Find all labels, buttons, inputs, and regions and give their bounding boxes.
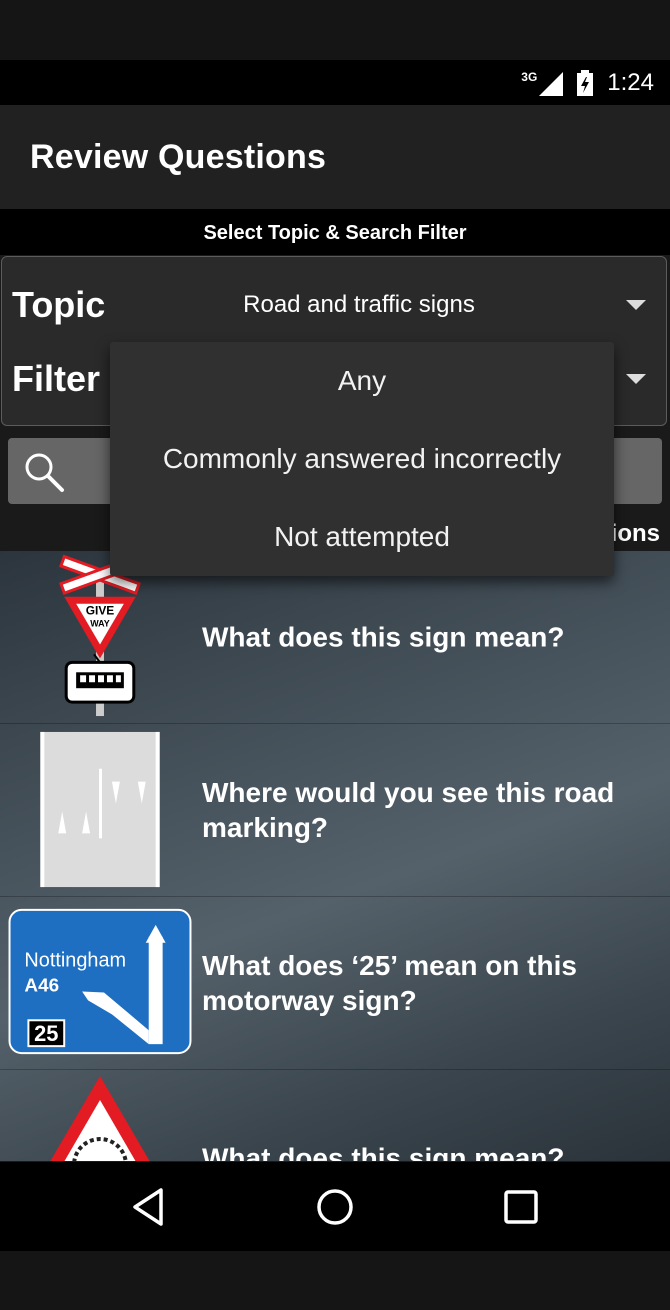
motorway-sign-icon: Nottingham A46 25 bbox=[8, 908, 192, 1055]
topic-label: Topic bbox=[12, 284, 106, 325]
filter-option-commonly-incorrect[interactable]: Commonly answered incorrectly bbox=[110, 420, 614, 498]
road-marking-icon bbox=[40, 731, 160, 888]
sign-junction-number: 25 bbox=[34, 1021, 58, 1046]
recents-icon[interactable] bbox=[496, 1182, 546, 1232]
topic-selector[interactable]: Topic Road and traffic signs bbox=[2, 270, 666, 340]
filter-label: Filter bbox=[12, 358, 101, 399]
network-indicator: 3G bbox=[521, 69, 564, 96]
filter-option-any[interactable]: Any bbox=[110, 342, 614, 420]
app-bar: Review Questions bbox=[0, 105, 670, 209]
warning-triangle-sign-icon bbox=[50, 1076, 150, 1161]
question-list[interactable]: GIVE WAY What does this sign mean? Where… bbox=[0, 551, 670, 1161]
battery-charging-icon bbox=[577, 69, 594, 96]
topic-value[interactable]: Road and traffic signs bbox=[112, 270, 606, 340]
question-row[interactable]: Nottingham A46 25 What does ‘25’ mean on… bbox=[0, 897, 670, 1070]
give-way-sign-icon: GIVE WAY bbox=[59, 554, 141, 717]
top-spacer bbox=[0, 0, 670, 60]
sign-road-number: A46 bbox=[24, 975, 59, 996]
filter-dropdown-menu[interactable]: Any Commonly answered incorrectly Not at… bbox=[110, 342, 614, 576]
search-icon bbox=[25, 453, 64, 492]
page-title: Review Questions bbox=[30, 137, 327, 176]
navigation-bar bbox=[0, 1162, 670, 1251]
filter-option-not-attempted[interactable]: Not attempted bbox=[110, 498, 614, 576]
clock: 1:24 bbox=[607, 68, 654, 96]
status-bar: 3G 1:24 bbox=[0, 60, 670, 105]
svg-text:WAY: WAY bbox=[90, 619, 110, 629]
question-text: What does this sign mean? bbox=[202, 1142, 565, 1162]
question-text: Where would you see this road marking? bbox=[202, 777, 615, 843]
question-text: What does ‘25’ mean on this motorway sig… bbox=[202, 950, 577, 1016]
results-count: ions bbox=[610, 520, 660, 547]
filter-dropdown-arrow-icon[interactable] bbox=[626, 374, 646, 384]
filter-subheader: Select Topic & Search Filter bbox=[0, 209, 670, 255]
home-icon[interactable] bbox=[310, 1182, 360, 1232]
svg-text:GIVE: GIVE bbox=[86, 604, 115, 618]
topic-dropdown-arrow-icon[interactable] bbox=[626, 300, 646, 310]
question-text: What does this sign mean? bbox=[202, 621, 565, 653]
signal-icon bbox=[539, 71, 564, 96]
network-type: 3G bbox=[521, 69, 538, 84]
back-icon[interactable] bbox=[125, 1182, 175, 1232]
question-row[interactable]: What does this sign mean? bbox=[0, 1070, 670, 1161]
question-row[interactable]: Where would you see this road marking? bbox=[0, 724, 670, 897]
bottom-spacer bbox=[0, 1251, 670, 1310]
sign-destination: Nottingham bbox=[24, 950, 126, 972]
question-row[interactable]: GIVE WAY What does this sign mean? bbox=[0, 551, 670, 724]
